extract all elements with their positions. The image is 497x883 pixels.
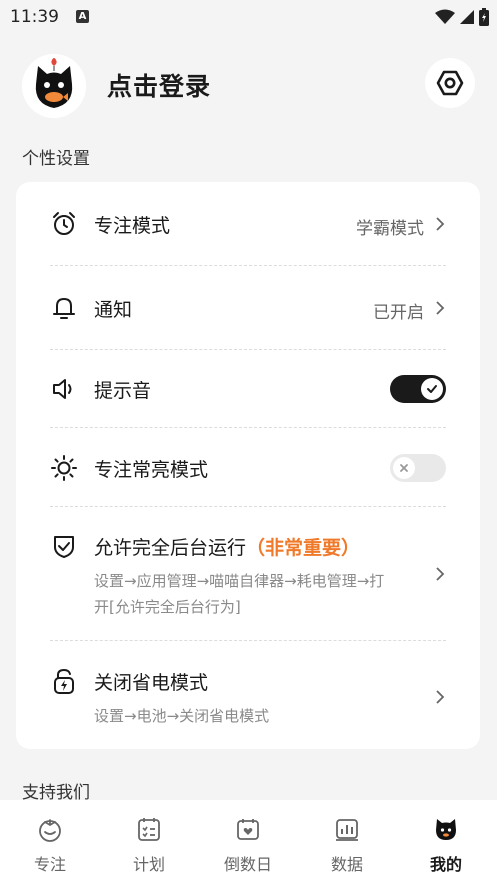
notification-icon: A (76, 10, 89, 23)
close-icon (400, 464, 408, 472)
toggle-knob (421, 378, 443, 400)
focus-mode-value: 学霸模式 (356, 219, 424, 239)
signal-icon (460, 10, 474, 24)
tab-focus[interactable]: 专注 (10, 800, 90, 883)
sound-label: 提示音 (94, 380, 152, 402)
power-saving-label: 关闭省电模式 (94, 672, 209, 694)
tab-label: 专注 (33, 855, 66, 874)
screen-on-label: 专注常亮模式 (94, 459, 209, 481)
bell-icon (50, 294, 78, 322)
speaker-icon (50, 375, 78, 403)
settings-button[interactable] (425, 58, 475, 108)
settings-hex-icon (436, 70, 464, 96)
focus-mode-label: 专注模式 (94, 215, 171, 237)
check-icon (427, 385, 437, 393)
chevron-right-icon (436, 690, 445, 704)
chevron-right-icon (436, 217, 445, 231)
power-saving-instructions: 设置→电池→关闭省电模式 (94, 707, 270, 725)
tab-label: 我的 (429, 855, 462, 874)
wifi-icon (435, 9, 455, 24)
divider (50, 640, 446, 641)
battery-icon (479, 8, 489, 26)
avatar[interactable] (22, 54, 86, 118)
tab-label: 数据 (330, 855, 363, 874)
tomato-icon (39, 819, 61, 842)
status-time: 11:39 (10, 7, 59, 27)
setting-background-run[interactable]: 允许完全后台运行（非常重要） 设置→应用管理→喵喵自律器→耗电管理→打开[允许完… (50, 532, 446, 622)
important-tag: （非常重要） (246, 537, 361, 559)
background-run-label-text: 允许完全后台运行 (94, 537, 247, 559)
alarm-clock-icon (50, 210, 78, 238)
notification-value: 已开启 (373, 303, 424, 323)
toggle-knob (393, 457, 415, 479)
shield-check-icon (50, 532, 78, 560)
cat-avatar-icon (22, 54, 86, 118)
section-title-personal: 个性设置 (22, 149, 90, 169)
bar-chart-icon (336, 819, 358, 841)
setting-sound: 提示音 (50, 375, 446, 403)
tab-label: 倒数日 (223, 855, 272, 874)
background-run-label: 允许完全后台运行（非常重要） (94, 533, 360, 560)
tab-mine[interactable]: 我的 (406, 800, 486, 883)
login-link[interactable]: 点击登录 (107, 67, 211, 103)
cat-icon (436, 819, 456, 840)
tab-label: 计划 (132, 855, 165, 874)
status-bar: 11:39 A (0, 0, 497, 34)
divider (50, 506, 446, 507)
chevron-right-icon (436, 301, 445, 315)
bottom-tab-bar: 专注 计划 倒数日 数据 我的 (0, 800, 497, 883)
checklist-icon (138, 818, 160, 841)
tab-countdown[interactable]: 倒数日 (208, 800, 288, 883)
setting-screen-on: 专注常亮模式 (50, 454, 446, 482)
chevron-right-icon (436, 567, 445, 581)
divider (50, 265, 446, 266)
background-run-instructions: 设置→应用管理→喵喵自律器→耗电管理→打开[允许完全后台行为] (94, 572, 385, 616)
setting-power-saving[interactable]: 关闭省电模式 设置→电池→关闭省电模式 (50, 667, 446, 727)
settings-card: 专注模式 学霸模式 通知 已开启 提示音 专注常亮模式 允许完全后台运行（非常重… (16, 182, 480, 749)
setting-focus-mode[interactable]: 专注模式 学霸模式 (50, 210, 446, 239)
calendar-heart-icon (237, 819, 259, 840)
status-icons (435, 8, 489, 26)
tab-data[interactable]: 数据 (307, 800, 387, 883)
screen-on-toggle[interactable] (390, 454, 446, 482)
setting-notification[interactable]: 通知 已开启 (50, 294, 446, 323)
divider (50, 427, 446, 428)
sound-toggle[interactable] (390, 375, 446, 403)
unlock-bolt-icon (50, 667, 78, 695)
divider (50, 349, 446, 350)
notification-label: 通知 (94, 299, 133, 321)
tab-plan[interactable]: 计划 (109, 800, 189, 883)
profile-header: 点击登录 (0, 50, 497, 120)
sun-icon (50, 454, 78, 482)
